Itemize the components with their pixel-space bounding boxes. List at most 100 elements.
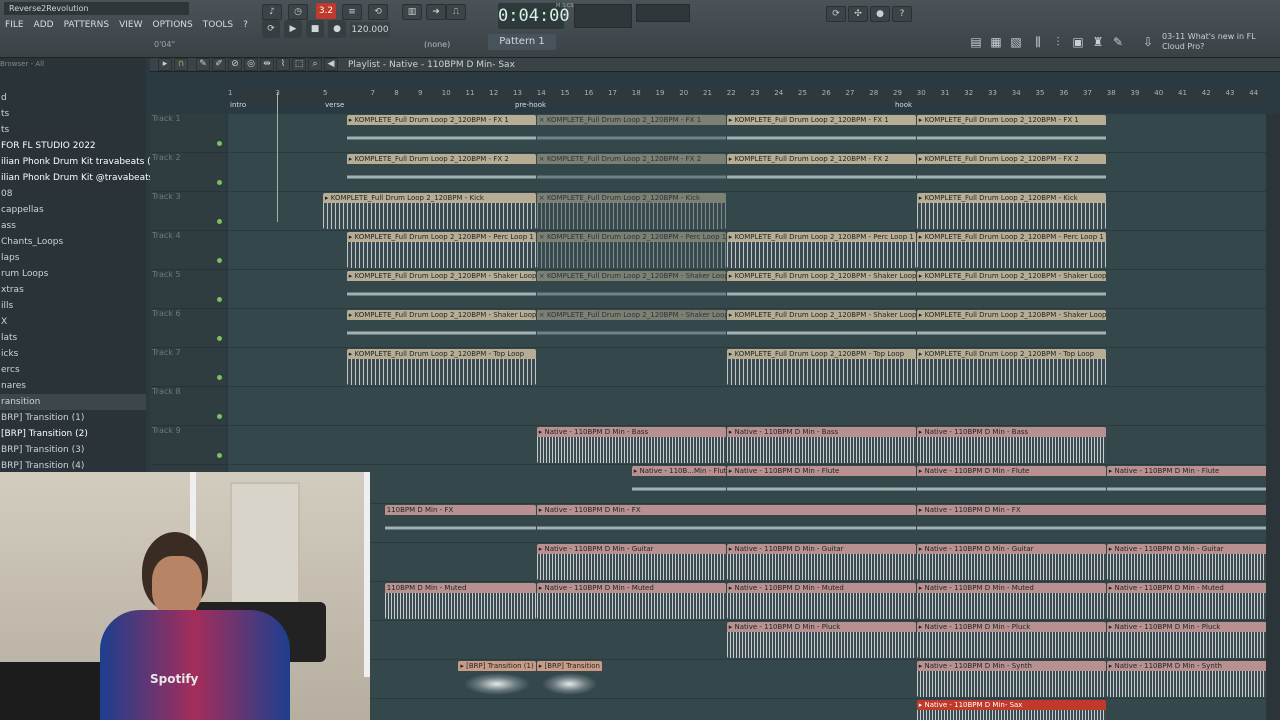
track-header[interactable]: Track 9 (152, 426, 226, 465)
playlist-lane[interactable]: ▸ Native - 110BPM D Min - Pluck ▸ Native … (228, 621, 1268, 660)
magnet-icon[interactable]: ∩ (174, 58, 188, 71)
timeline-marker[interactable]: verse (325, 101, 344, 109)
download-icon[interactable]: ⇩ (1140, 34, 1156, 50)
tools-icon[interactable]: ✣ (848, 6, 868, 22)
menu-tools[interactable]: TOOLS (198, 17, 238, 33)
audio-clip[interactable]: ▸ KOMPLETE_Full Drum Loop 2_120BPM - Kic… (916, 193, 1106, 229)
play-icon[interactable]: ▶ (284, 20, 302, 38)
browser-header[interactable]: Browser - All (0, 58, 146, 90)
audio-clip[interactable]: ▸ KOMPLETE_Full Drum Loop 2_120BPM - Sha… (916, 310, 1106, 346)
audio-clip[interactable]: ▸ Native - 110BPM D Min - Guitar (536, 544, 726, 580)
delete-icon[interactable]: ⊘ (228, 58, 242, 71)
playlist-lane[interactable]: ▸ KOMPLETE_Full Drum Loop 2_120BPM - Top… (228, 348, 1268, 387)
step-value[interactable]: 3.2 (316, 3, 336, 19)
select-icon[interactable]: ⬚ (292, 58, 306, 71)
zoom-icon[interactable]: ⌕ (308, 58, 322, 71)
playlist-lane[interactable]: ▸ Native - 110BPM D Min - Bass ▸ Native -… (228, 426, 1268, 465)
playlist-lane[interactable]: ▸ Native - 110BPM D Min- Sax (228, 699, 1268, 720)
mic-icon[interactable]: ● (870, 6, 890, 22)
slip-icon[interactable]: ⇹ (260, 58, 274, 71)
audio-clip[interactable]: 110BPM D Min - Muted (384, 583, 536, 619)
audio-clip[interactable]: ▸ Native - 110BPM D Min - Pluck (1106, 622, 1268, 658)
audio-clip[interactable]: 110BPM D Min - FX (384, 505, 536, 541)
track-active-led[interactable] (217, 141, 222, 146)
browser-item[interactable]: ilian Phonk Drum Kit travabeats (1) (0, 154, 160, 170)
browser-item[interactable]: laps (0, 250, 146, 266)
speaker-icon[interactable]: ◀ (324, 58, 338, 71)
track-header[interactable]: Track 4 (152, 231, 226, 270)
browser-item[interactable]: FOR FL STUDIO 2022 (0, 138, 146, 154)
browser-item[interactable]: ransition (0, 394, 146, 410)
playlist-lane[interactable]: ▸ KOMPLETE_Full Drum Loop 2_120BPM - Sha… (228, 309, 1268, 348)
audio-clip[interactable]: ▸ KOMPLETE_Full Drum Loop 2_120BPM - Top… (346, 349, 536, 385)
audio-clip[interactable]: ▸ Native - 110BPM D Min - Bass (726, 427, 916, 463)
playlist-lane[interactable] (228, 387, 1268, 426)
audio-clip[interactable]: × KOMPLETE_Full Drum Loop 2_120BPM - Sha… (536, 271, 726, 307)
audio-clip[interactable]: ▸ Native - 110BPM D Min - Guitar (916, 544, 1106, 580)
audio-clip[interactable]: ▸ KOMPLETE_Full Drum Loop 2_120BPM - Per… (346, 232, 536, 268)
snap-none-label[interactable]: (none) (424, 40, 450, 49)
plugin-icon[interactable]: ▣ (1070, 34, 1086, 50)
playlist-grid[interactable]: ▸ KOMPLETE_Full Drum Loop 2_120BPM - FX … (228, 114, 1268, 720)
brush-icon[interactable]: ✐ (212, 58, 226, 71)
track-header[interactable]: Track 8 (152, 387, 226, 426)
audio-clip[interactable]: ▸ Native - 110BPM D Min - FX (536, 505, 916, 541)
piano-roll-icon[interactable]: ▧ (1008, 34, 1024, 50)
audio-clip[interactable]: ▸ KOMPLETE_Full Drum Loop 2_120BPM - Sha… (346, 310, 536, 346)
loop-icon[interactable]: ⟳ (262, 20, 280, 38)
playlist-options-icon[interactable]: ▸ (158, 58, 172, 71)
refresh-icon[interactable]: ⟳ (826, 6, 846, 22)
mixer-icon[interactable]: ⫼ (1030, 34, 1046, 50)
browser-item[interactable]: X (0, 314, 146, 330)
audio-clip[interactable]: ▸ KOMPLETE_Full Drum Loop 2_120BPM - FX … (346, 154, 536, 190)
audio-clip[interactable]: ▸ Native - 110BPM D Min - Synth (1106, 661, 1268, 697)
playlist-lane[interactable]: ▸ KOMPLETE_Full Drum Loop 2_120BPM - Sha… (228, 270, 1268, 309)
browser-item[interactable]: BRP] Transition (1) (0, 410, 146, 426)
browser-item[interactable]: ass (0, 218, 146, 234)
playlist-lane[interactable]: ▸ [BRP] Transition (1) ▸ [BRP] Transition… (228, 660, 1268, 699)
channel-rack-icon[interactable]: ▦ (988, 34, 1004, 50)
audio-clip[interactable]: ▸ KOMPLETE_Full Drum Loop 2_120BPM - FX … (916, 115, 1106, 151)
audio-clip[interactable]: ▸ [BRP] Transition (2) (536, 661, 603, 697)
audio-clip[interactable]: ▸ KOMPLETE_Full Drum Loop 2_120BPM - Sha… (916, 271, 1106, 307)
track-active-led[interactable] (217, 414, 222, 419)
browser-item[interactable]: 08 (0, 186, 146, 202)
audio-clip[interactable]: ▸ Native - 110BPM D Min - Pluck (916, 622, 1106, 658)
audio-clip[interactable]: ▸ KOMPLETE_Full Drum Loop 2_120BPM - Per… (726, 232, 916, 268)
timeline-marker[interactable]: intro (230, 101, 246, 109)
track-active-led[interactable] (217, 453, 222, 458)
audio-clip[interactable]: ▸ Native - 110B...Min - Flute (631, 466, 726, 502)
audio-clip[interactable]: × KOMPLETE_Full Drum Loop 2_120BPM - Sha… (536, 310, 726, 346)
browser-item[interactable]: ts (0, 122, 146, 138)
menu-options[interactable]: OPTIONS (148, 17, 198, 33)
arrow-icon[interactable]: ➜ (426, 4, 446, 20)
menu-add[interactable]: ADD (29, 17, 59, 33)
audio-clip[interactable]: ▸ Native - 110BPM D Min - Guitar (726, 544, 916, 580)
browser-item[interactable]: ercs (0, 362, 146, 378)
menu-file[interactable]: FILE (0, 17, 29, 33)
loop-record-icon[interactable]: ⟲ (368, 4, 388, 20)
browser-item[interactable]: ilian Phonk Drum Kit @travabeats (0, 170, 153, 186)
timeline-marker[interactable]: hook (895, 101, 912, 109)
audio-clip[interactable]: ▸ Native - 110BPM D Min - FX (916, 505, 1268, 541)
audio-clip[interactable]: ▸ KOMPLETE_Full Drum Loop 2_120BPM - Sha… (346, 271, 536, 307)
song-mode-icon[interactable]: ♪ (262, 4, 282, 20)
audio-clip[interactable]: ▸ KOMPLETE_Full Drum Loop 2_120BPM - Kic… (323, 193, 536, 229)
track-active-led[interactable] (217, 180, 222, 185)
stop-icon[interactable]: ■ (306, 20, 324, 38)
audio-clip[interactable]: ▸ KOMPLETE_Full Drum Loop 2_120BPM - Sha… (726, 310, 916, 346)
audio-clip[interactable]: ▸ Native - 110BPM D Min - Muted (726, 583, 916, 619)
browser-item[interactable]: Chants_Loops (0, 234, 146, 250)
pattern-selector[interactable]: Pattern 1 (488, 34, 556, 50)
mute-icon[interactable]: ◎ (244, 58, 258, 71)
audio-clip[interactable]: ▸ Native - 110BPM D Min - Flute (726, 466, 916, 502)
audio-clip[interactable]: ▸ Native - 110BPM D Min - Flute (916, 466, 1106, 502)
playlist-lane[interactable]: 110BPM D Min - FX ▸ Native - 110BPM D Min… (228, 504, 1268, 543)
track-header[interactable]: Track 1 (152, 114, 226, 153)
browser-item[interactable]: icks (0, 346, 146, 362)
audio-clip[interactable]: ▸ Native - 110BPM D Min - Bass (916, 427, 1106, 463)
pencil-icon[interactable]: ✎ (196, 58, 210, 71)
browser-item[interactable]: xtras (0, 282, 146, 298)
track-active-led[interactable] (217, 336, 222, 341)
browser-item[interactable]: [BRP] Transition (2) (0, 426, 146, 442)
